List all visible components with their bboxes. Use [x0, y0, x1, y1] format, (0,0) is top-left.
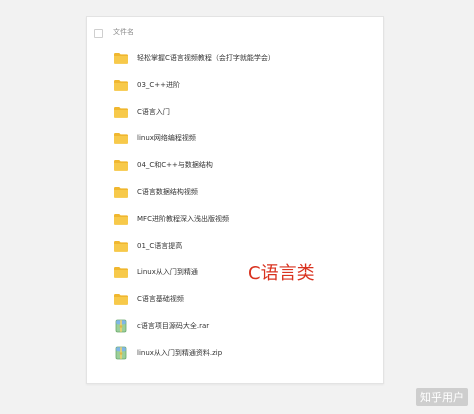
- file-row[interactable]: Linux从入门到精通: [87, 259, 383, 285]
- file-list-panel: 文件名 轻松掌握C语言视频教程（会打字就能学会） 03_C++进阶 C语言入门 lin…: [86, 16, 384, 384]
- file-row[interactable]: linux网络编程视频: [87, 125, 383, 151]
- file-name[interactable]: 04_C和C++与数据结构: [137, 160, 213, 170]
- archive-icon: [113, 345, 129, 360]
- file-row[interactable]: 03_C++进阶: [87, 72, 383, 98]
- file-name[interactable]: linux从入门到精通资料.zip: [137, 348, 222, 358]
- folder-icon: [113, 184, 129, 198]
- file-list-header: 文件名: [87, 23, 383, 47]
- file-name[interactable]: 轻松掌握C语言视频教程（会打字就能学会）: [137, 53, 275, 63]
- file-row[interactable]: linux从入门到精通资料.zip: [87, 340, 383, 366]
- folder-icon: [113, 50, 129, 64]
- file-name[interactable]: c语言项目源码大全.rar: [137, 321, 209, 331]
- file-name[interactable]: C语言基础视频: [137, 294, 184, 304]
- folder-icon: [113, 157, 129, 171]
- file-name[interactable]: linux网络编程视频: [137, 133, 196, 143]
- file-row[interactable]: C语言基础视频: [87, 286, 383, 312]
- file-row[interactable]: 轻松掌握C语言视频教程（会打字就能学会）: [87, 45, 383, 71]
- archive-icon: [113, 318, 129, 333]
- folder-icon: [113, 130, 129, 145]
- folder-icon: [113, 77, 129, 91]
- folder-icon: [113, 238, 129, 252]
- category-overlay-label: C语言类: [248, 263, 315, 284]
- file-row[interactable]: C语言入门: [87, 99, 383, 125]
- file-name[interactable]: C语言数据结构视频: [137, 187, 198, 197]
- file-row[interactable]: 01_C语言提高: [87, 233, 383, 259]
- watermark-text: 知乎用户: [416, 388, 468, 406]
- folder-icon: [113, 291, 129, 305]
- file-name[interactable]: 03_C++进阶: [137, 80, 180, 90]
- folder-icon: [113, 264, 129, 279]
- select-all-checkbox[interactable]: [94, 29, 103, 38]
- file-name[interactable]: MFC进阶教程深入浅出版视频: [137, 214, 229, 224]
- folder-icon: [113, 104, 129, 118]
- file-name[interactable]: 01_C语言提高: [137, 241, 182, 251]
- column-header-filename[interactable]: 文件名: [113, 27, 134, 37]
- file-row[interactable]: c语言项目源码大全.rar: [87, 313, 383, 339]
- file-row[interactable]: MFC进阶教程深入浅出版视频: [87, 206, 383, 232]
- file-name[interactable]: Linux从入门到精通: [137, 267, 198, 277]
- folder-icon: [113, 211, 129, 225]
- file-name[interactable]: C语言入门: [137, 107, 170, 117]
- file-row[interactable]: 04_C和C++与数据结构: [87, 152, 383, 178]
- file-row[interactable]: C语言数据结构视频: [87, 179, 383, 205]
